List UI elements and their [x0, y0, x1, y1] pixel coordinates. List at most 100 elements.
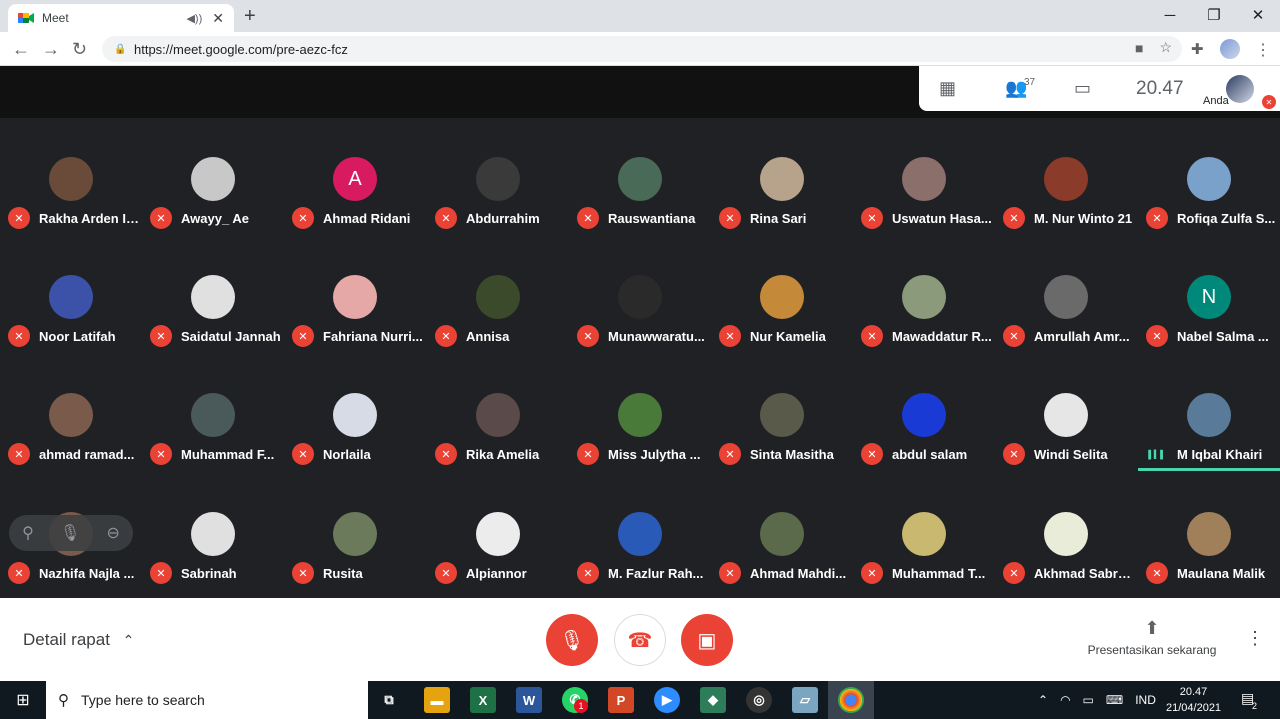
chat-icon[interactable]: ▭: [1074, 78, 1091, 99]
new-tab-button[interactable]: +: [244, 5, 256, 28]
extensions-icon[interactable]: ✚: [1191, 40, 1204, 58]
bookmark-star-icon[interactable]: ☆: [1159, 39, 1172, 56]
mic-off-icon: ✕: [8, 325, 30, 347]
wifi-icon[interactable]: ◠: [1060, 693, 1070, 707]
powerpoint-icon[interactable]: P: [608, 687, 634, 713]
browser-tab-strip: Meet ◀)) ✕ + ─ ❐ ✕: [0, 0, 1280, 32]
browser-toolbar: ← → ↻ 🔒 https://meet.google.com/pre-aezc…: [0, 32, 1280, 66]
participant-tile[interactable]: ✕ Rusita: [284, 473, 426, 591]
participant-tile[interactable]: ✕ Windi Selita: [995, 354, 1137, 472]
participant-tile[interactable]: ✕ Amrullah Amr...: [995, 236, 1137, 354]
participant-name: Noor Latifah: [39, 329, 116, 344]
address-bar[interactable]: 🔒 https://meet.google.com/pre-aezc-fcz ■…: [102, 36, 1182, 62]
participant-tile[interactable]: ▌▍▌ M Iqbal Khairi: [1138, 354, 1280, 472]
pin-icon[interactable]: ⚲: [22, 523, 34, 543]
battery-icon[interactable]: ▭: [1083, 693, 1094, 707]
participant-tile[interactable]: ✕ Abdurrahim: [427, 118, 569, 236]
participant-tile[interactable]: ✕ ahmad ramad...: [0, 354, 142, 472]
meeting-controls-bar: Detail rapat ⌃ 🎙 ☎ ▣ ⬆ Presentasikan sek…: [0, 598, 1280, 681]
mute-participant-icon[interactable]: 🎙: [60, 523, 80, 543]
minimize-button[interactable]: ─: [1148, 0, 1192, 30]
restore-button[interactable]: ❐: [1192, 0, 1236, 30]
participant-tile[interactable]: ✕ Norlaila: [284, 354, 426, 472]
mic-off-icon: ✕: [8, 443, 30, 465]
taskbar-clock[interactable]: 20.47 21/04/2021: [1166, 684, 1221, 716]
participant-avatar: [618, 275, 662, 319]
participant-tile[interactable]: ✕ M. Nur Winto 21: [995, 118, 1137, 236]
word-icon[interactable]: W: [516, 687, 542, 713]
app-icon[interactable]: ◆: [700, 687, 726, 713]
file-explorer-icon[interactable]: ▬: [424, 687, 450, 713]
back-button[interactable]: ←: [12, 39, 30, 60]
reload-button[interactable]: ↻: [72, 39, 87, 60]
browser-tab-meet[interactable]: Meet ◀)) ✕: [8, 4, 234, 32]
participant-tile[interactable]: ✕ Maulana Malik: [1138, 473, 1280, 591]
participant-tile[interactable]: ✕ Sabrinah: [142, 473, 284, 591]
participant-tile[interactable]: N ✕ Nabel Salma ...: [1138, 236, 1280, 354]
remove-icon[interactable]: ⊖: [107, 523, 120, 543]
participant-tile[interactable]: ✕ Rofiqa Zulfa S...: [1138, 118, 1280, 236]
taskbar-search[interactable]: ⚲ Type here to search: [46, 681, 368, 719]
participant-tile[interactable]: ✕ Ahmad Mahdi...: [711, 473, 853, 591]
input-language[interactable]: IND: [1135, 693, 1156, 707]
meeting-clock: 20.47: [1136, 78, 1184, 99]
camera-icon[interactable]: ■: [1135, 40, 1143, 56]
participant-tile[interactable]: ✕ Mawaddatur R...: [853, 236, 995, 354]
participant-avatar: [902, 512, 946, 556]
obs-icon[interactable]: ◎: [746, 687, 772, 713]
keyboard-icon[interactable]: ⌨: [1106, 693, 1123, 707]
task-view-icon[interactable]: ⧉: [376, 687, 402, 713]
participant-name: M. Nur Winto 21: [1034, 211, 1133, 226]
participant-tile[interactable]: ✕ Akhmad Sabry...: [995, 473, 1137, 591]
chrome-menu-icon[interactable]: ⋮: [1255, 40, 1271, 60]
mic-off-icon: ✕: [150, 325, 172, 347]
participant-tile[interactable]: ✕ Saidatul Jannah: [142, 236, 284, 354]
notes-icon[interactable]: ▱: [792, 687, 818, 713]
participant-tile[interactable]: ✕ Annisa: [427, 236, 569, 354]
participant-name: Nur Kamelia: [750, 329, 826, 344]
participant-tile[interactable]: ✕ Miss Julytha ...: [569, 354, 711, 472]
mic-off-icon: ✕: [719, 207, 741, 229]
speaker-icon[interactable]: ◀)): [186, 12, 202, 25]
excel-icon[interactable]: X: [470, 687, 496, 713]
participant-tile[interactable]: ✕ Rika Amelia: [427, 354, 569, 472]
zoom-icon[interactable]: ▶: [654, 687, 680, 713]
participant-name: Nabel Salma ...: [1177, 329, 1269, 344]
profile-avatar[interactable]: [1220, 39, 1240, 59]
participant-tile[interactable]: ✕ Uswatun Hasa...: [853, 118, 995, 236]
mic-off-icon: ✕: [292, 325, 314, 347]
mic-off-icon: ✕: [861, 562, 883, 584]
participant-tile[interactable]: ✕ Alpiannor: [427, 473, 569, 591]
mic-off-icon: ✕: [150, 562, 172, 584]
close-window-button[interactable]: ✕: [1236, 0, 1280, 30]
present-now-button[interactable]: ⬆ Presentasikan sekarang: [1080, 618, 1224, 657]
leave-call-button[interactable]: ☎: [614, 614, 666, 666]
participant-tile[interactable]: ✕ abdul salam: [853, 354, 995, 472]
participant-tile[interactable]: ✕ Muhammad F...: [142, 354, 284, 472]
participant-tile[interactable]: ✕ Rakha Arden Ir...: [0, 118, 142, 236]
self-label: Anda: [1203, 95, 1229, 107]
participant-tile[interactable]: ✕ Muhammad T...: [853, 473, 995, 591]
participant-tile[interactable]: ✕ M. Fazlur Rah...: [569, 473, 711, 591]
participant-tile[interactable]: ✕ Munawwaratu...: [569, 236, 711, 354]
participant-avatar: [333, 275, 377, 319]
participant-tile[interactable]: ✕ Rauswantiana: [569, 118, 711, 236]
participant-tile[interactable]: ✕ Rina Sari: [711, 118, 853, 236]
layout-grid-icon[interactable]: ▦: [939, 78, 956, 99]
toggle-camera-button[interactable]: ▣: [681, 614, 733, 666]
present-screen-icon: ⬆: [1144, 618, 1160, 638]
participant-tile[interactable]: ✕ Awayy_ Ae: [142, 118, 284, 236]
toggle-mic-button[interactable]: 🎙: [546, 614, 598, 666]
participant-tile[interactable]: ✕ Fahriana Nurri...: [284, 236, 426, 354]
forward-button[interactable]: →: [42, 39, 60, 60]
participant-tile[interactable]: ✕ Sinta Masitha: [711, 354, 853, 472]
start-button[interactable]: ⊞: [0, 681, 46, 719]
meeting-details-button[interactable]: Detail rapat ⌃: [23, 630, 134, 650]
chevron-up-icon[interactable]: ⌃: [1038, 693, 1048, 707]
more-options-icon[interactable]: ⋮: [1246, 628, 1264, 649]
participant-tile[interactable]: ✕ Nur Kamelia: [711, 236, 853, 354]
participant-tile[interactable]: ✕ Noor Latifah: [0, 236, 142, 354]
audio-level-icon: ▌▍▌: [1148, 449, 1166, 459]
participant-tile[interactable]: A ✕ Ahmad Ridani: [284, 118, 426, 236]
tab-close-icon[interactable]: ✕: [212, 10, 224, 27]
